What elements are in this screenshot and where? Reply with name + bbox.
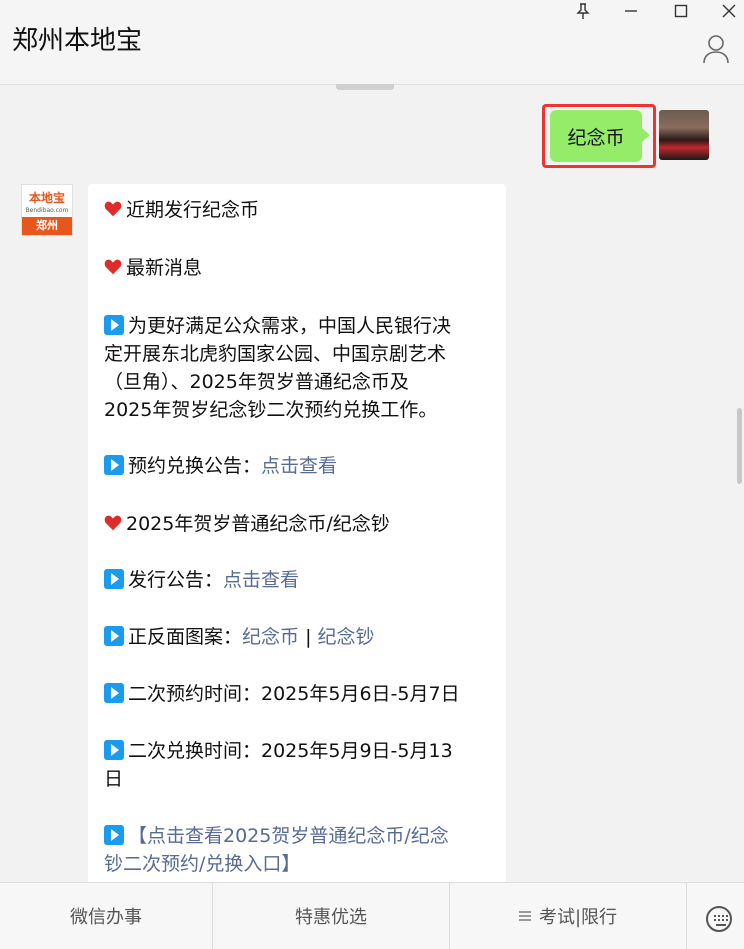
close-icon[interactable] xyxy=(716,0,742,22)
message-line: （旦角）、2025年贺岁普通纪念币及 xyxy=(104,371,409,393)
user-message-text: 纪念币 xyxy=(567,126,625,149)
message-line: 二次预约时间：2025年5月6日-5月7日 xyxy=(104,680,460,708)
message-line: 近期发行纪念币 xyxy=(104,196,259,224)
bot-avatar[interactable]: 本地宝 Bendibao.com 郑州 xyxy=(21,184,73,236)
message-line: 发行公告：点击查看 xyxy=(104,566,299,594)
announcement-link[interactable]: 点击查看 xyxy=(261,455,337,477)
minimize-icon[interactable] xyxy=(618,0,644,22)
user-message-bubble[interactable]: 纪念币 xyxy=(550,110,650,162)
person-icon[interactable] xyxy=(702,34,730,64)
message-line: 【点击查看2025贺岁普通纪念币/纪念 xyxy=(104,822,449,850)
heart-icon xyxy=(104,515,122,531)
pull-handle xyxy=(336,84,394,90)
submenu-icon xyxy=(518,911,531,921)
message-line: 为更好满足公众需求，中国人民银行决 xyxy=(104,312,451,340)
reservation-entry-link-cont[interactable]: 钞二次预约/兑换入口】 xyxy=(104,850,300,878)
note-pattern-link[interactable]: 纪念钞 xyxy=(318,626,375,648)
bot-message-card: 近期发行纪念币 最新消息 为更好满足公众需求，中国人民银行决 定开展东北虎豹国家… xyxy=(88,184,506,884)
heart-icon xyxy=(104,259,122,275)
play-icon xyxy=(104,455,124,475)
avatar-logo-city: 郑州 xyxy=(22,217,72,235)
menu-item-wechat-services[interactable]: 微信办事 xyxy=(0,883,212,949)
heart-icon xyxy=(104,201,122,217)
scrollbar[interactable] xyxy=(737,408,742,484)
message-line: 2025年贺岁普通纪念币/纪念钞 xyxy=(104,510,390,538)
message-line: 最新消息 xyxy=(104,254,202,282)
play-icon xyxy=(104,740,124,760)
play-icon xyxy=(104,626,124,646)
maximize-icon[interactable] xyxy=(668,0,694,22)
chat-title: 郑州本地宝 xyxy=(12,26,143,56)
message-line: 日 xyxy=(104,768,124,790)
menu-divider xyxy=(686,883,687,949)
message-line: 正反面图案：纪念币 | 纪念钞 xyxy=(104,623,375,651)
play-icon xyxy=(104,825,124,845)
reservation-entry-link[interactable]: 【点击查看2025贺岁普通纪念币/纪念 xyxy=(128,825,449,847)
avatar-logo-text: 本地宝 xyxy=(28,191,65,205)
avatar-logo-domain: Bendibao.com xyxy=(25,207,69,214)
message-line: 二次兑换时间：2025年5月9日-5月13 xyxy=(104,737,453,765)
play-icon xyxy=(104,315,124,335)
menu-item-exam-traffic[interactable]: 考试|限行 xyxy=(450,883,686,949)
message-line: 2025年贺岁纪念钞二次预约兑换工作。 xyxy=(104,399,438,421)
message-line: 预约兑换公告：点击查看 xyxy=(104,452,337,480)
menu-item-deals[interactable]: 特惠优选 xyxy=(213,883,449,949)
coin-pattern-link[interactable]: 纪念币 xyxy=(242,626,299,648)
message-line: 定开展东北虎豹国家公园、中国京剧艺术 xyxy=(104,343,447,365)
pin-icon[interactable] xyxy=(570,0,596,22)
play-icon xyxy=(104,569,124,589)
keyboard-icon[interactable] xyxy=(706,906,732,932)
title-bar: 郑州本地宝 xyxy=(0,0,744,85)
play-icon xyxy=(104,683,124,703)
issue-announcement-link[interactable]: 点击查看 xyxy=(223,569,299,591)
user-avatar[interactable] xyxy=(659,110,709,160)
bottom-menu: 微信办事 特惠优选 考试|限行 xyxy=(0,882,744,949)
